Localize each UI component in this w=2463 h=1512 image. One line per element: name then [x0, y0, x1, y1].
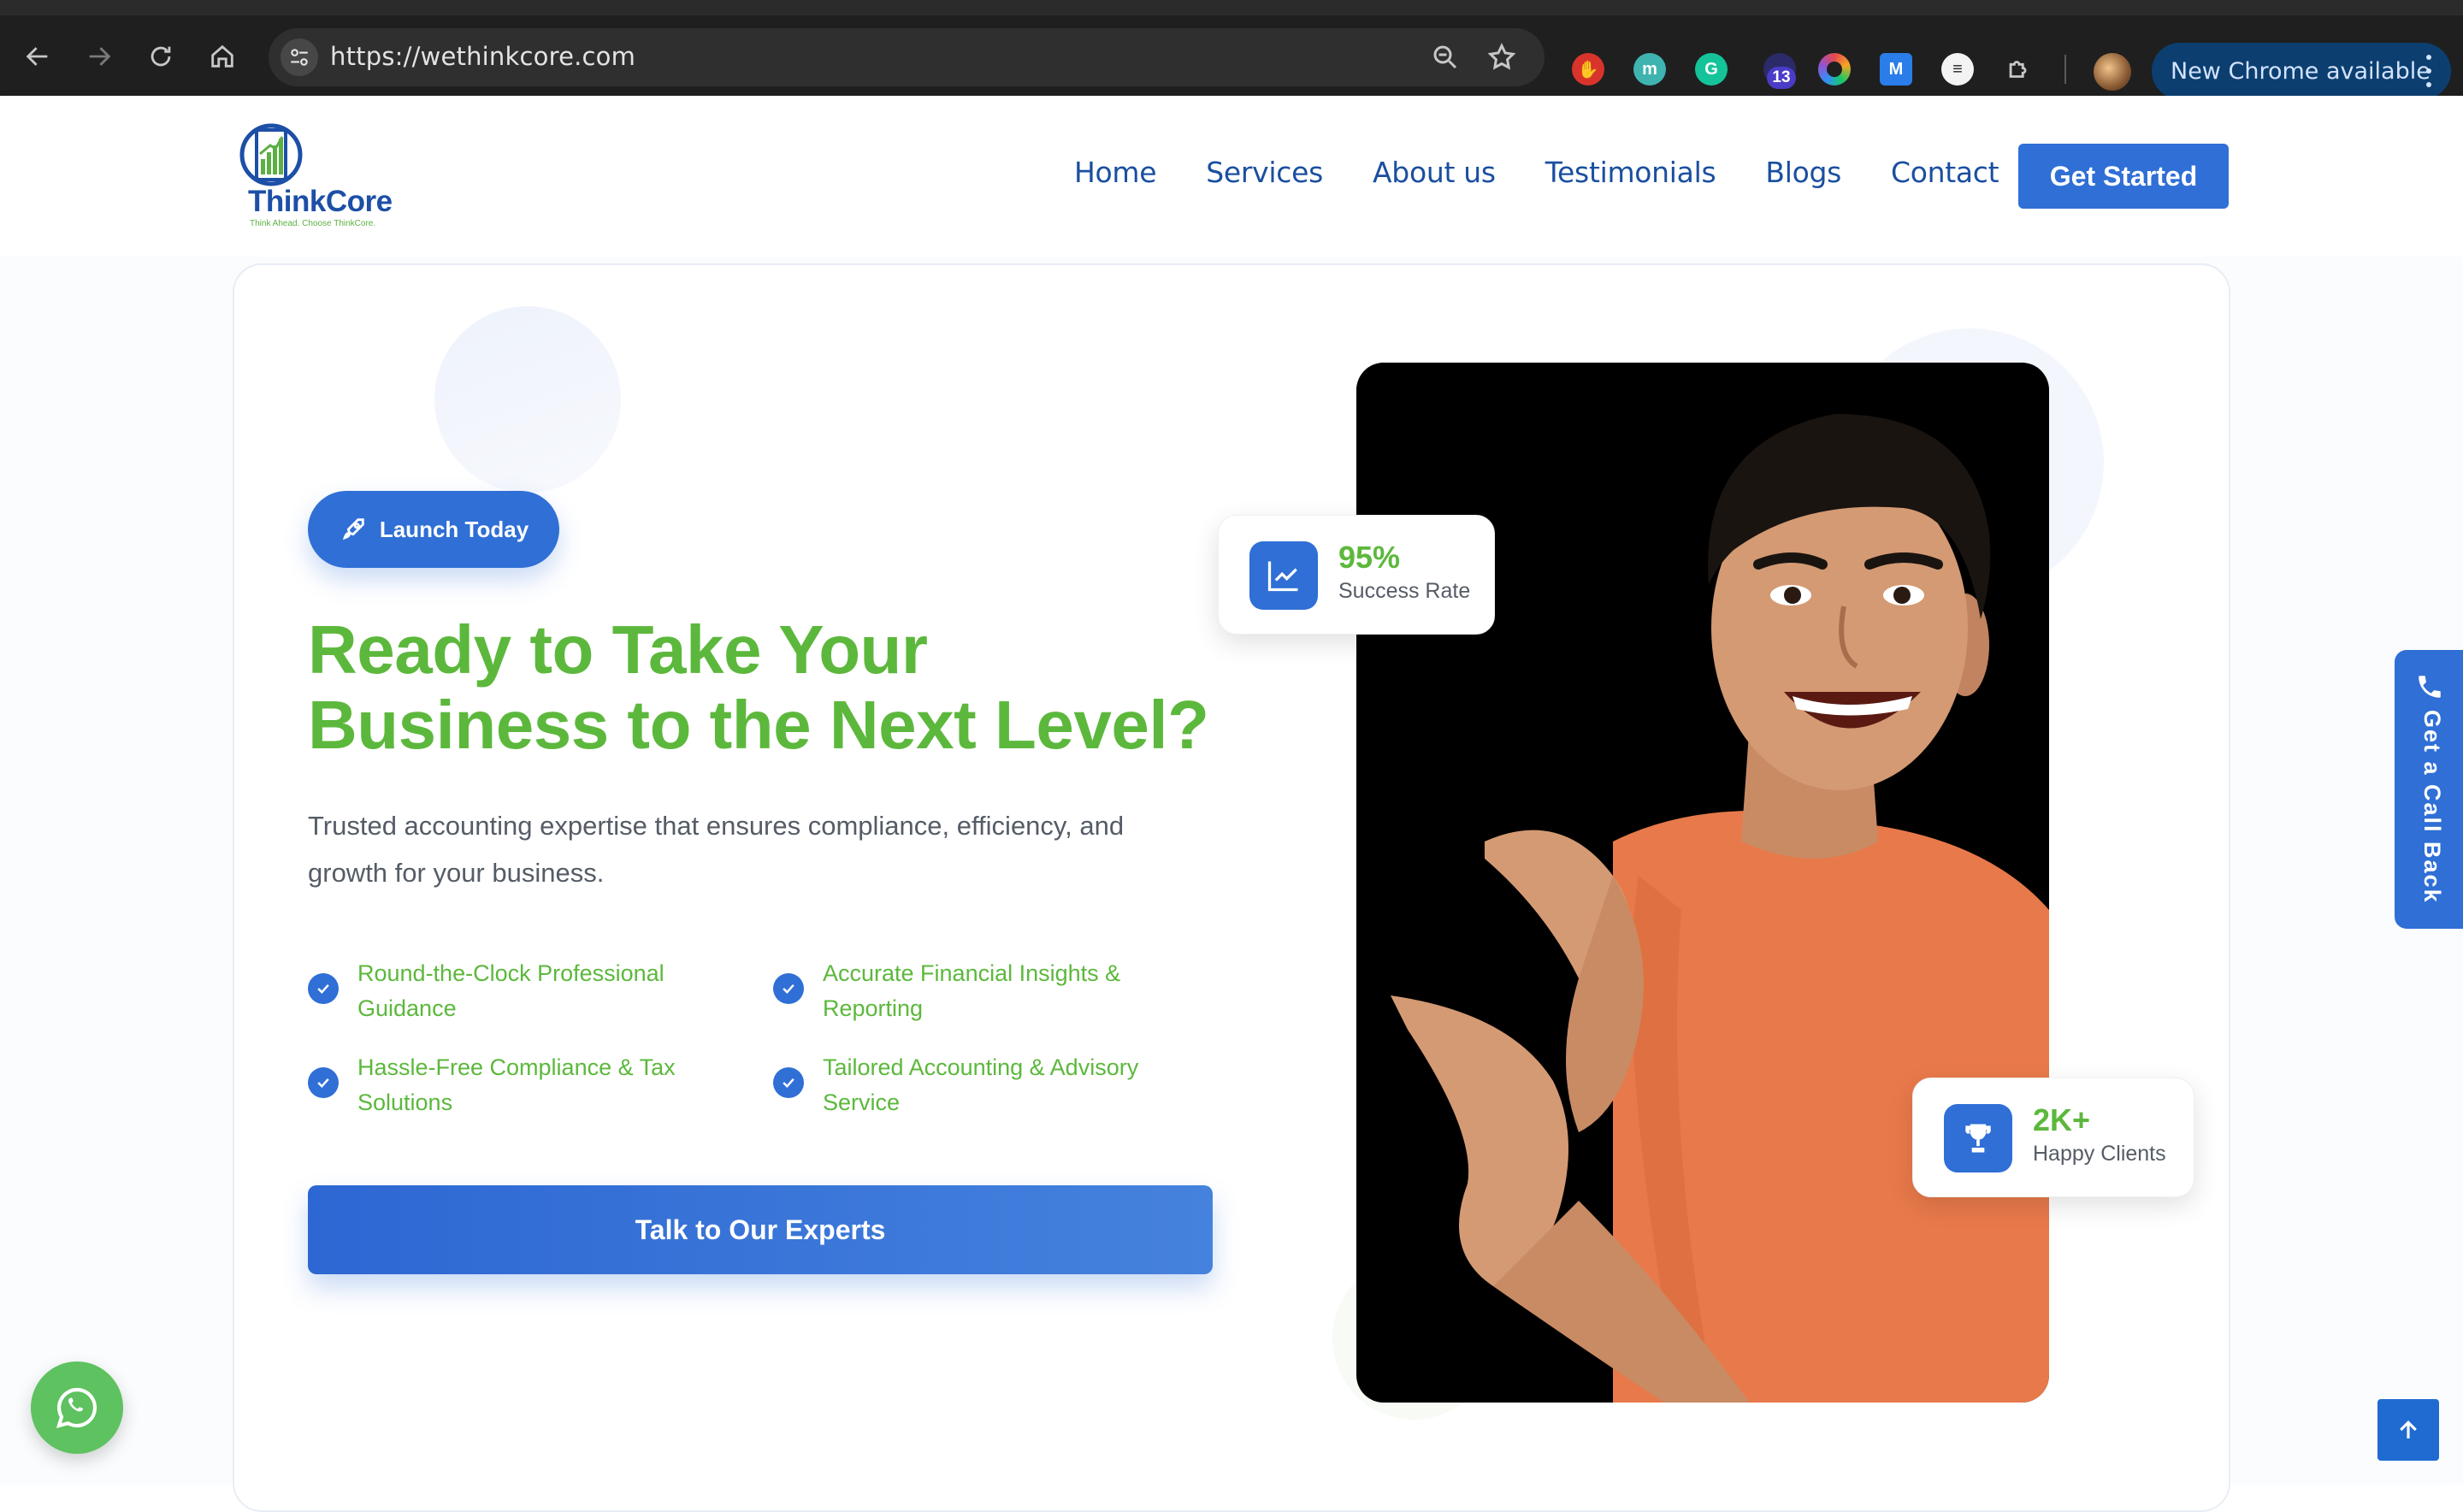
get-started-button[interactable]: Get Started: [2018, 144, 2229, 209]
kebab-menu-icon[interactable]: [2425, 55, 2432, 87]
success-rate-label: Success Rate: [1338, 579, 1471, 603]
site-header: ThinkCore Think Ahead. Choose ThinkCore.…: [0, 96, 2463, 257]
feature-text: Round-the-Clock Professional Guidance: [357, 956, 717, 1026]
feature-item: Accurate Financial Insights & Reporting: [773, 956, 1182, 1026]
phone-icon: [2419, 676, 2441, 698]
nav-blogs[interactable]: Blogs: [1765, 156, 1841, 189]
feature-text-line-2: Solutions: [357, 1090, 453, 1115]
feature-text-line-2: Service: [823, 1090, 901, 1115]
feature-text: Hassle-Free Compliance & Tax Solutions: [357, 1050, 717, 1120]
feature-text-line-2: Reporting: [823, 995, 924, 1021]
hero-subtitle-line-2: growth for your business.: [308, 858, 605, 888]
logo-name: ThinkCore: [248, 185, 393, 218]
success-rate-card: 95% Success Rate: [1218, 515, 1495, 635]
trend-chart-icon: [1249, 541, 1318, 610]
logo-mark-icon: [239, 123, 303, 186]
check-circle-icon: [773, 1067, 804, 1098]
whatsapp-button[interactable]: [31, 1361, 123, 1454]
color-picker-icon[interactable]: [1818, 53, 1851, 86]
nav-home[interactable]: Home: [1074, 156, 1157, 189]
feature-text-line-1: Tailored Accounting & Advisory: [823, 1054, 1139, 1080]
feature-text-line-1: Hassle-Free Compliance & Tax: [357, 1054, 676, 1080]
launch-today-badge[interactable]: Launch Today: [308, 491, 559, 568]
url-text[interactable]: https://wethinkcore.com: [330, 42, 635, 71]
feature-item: Round-the-Clock Professional Guidance: [308, 956, 717, 1026]
call-back-label: Get a Call Back: [2419, 710, 2445, 904]
mail-extension-icon[interactable]: M: [1880, 53, 1912, 86]
check-circle-icon: [308, 1067, 339, 1098]
check-circle-icon: [308, 973, 339, 1004]
nav-contact[interactable]: Contact: [1891, 156, 1999, 189]
feature-item: Tailored Accounting & Advisory Service: [773, 1050, 1182, 1120]
scroll-to-top-button[interactable]: [2377, 1399, 2439, 1461]
extension-badge-count: 13: [1767, 67, 1796, 89]
trophy-icon: [1944, 1104, 2012, 1172]
nav-services[interactable]: Services: [1206, 156, 1323, 189]
grammarly-icon[interactable]: G: [1695, 53, 1728, 86]
toolbar-separator: [2064, 55, 2066, 84]
reload-icon[interactable]: [142, 38, 180, 75]
address-bar[interactable]: https://wethinkcore.com: [269, 28, 1545, 86]
whatsapp-icon: [56, 1387, 97, 1428]
hero-title-line-2: Business to the Next Level?: [308, 687, 1209, 763]
feature-text: Tailored Accounting & Advisory Service: [823, 1050, 1182, 1120]
nav-about-us[interactable]: About us: [1373, 156, 1496, 189]
hero-title-line-1: Ready to Take Your: [308, 611, 928, 688]
happy-clients-card: 2K+ Happy Clients: [1912, 1078, 2194, 1197]
decorative-circle: [434, 306, 621, 493]
bookmark-star-icon[interactable]: [1486, 42, 1517, 73]
feature-text-line-1: Round-the-Clock Professional: [357, 960, 664, 986]
talk-to-experts-button[interactable]: Talk to Our Experts: [308, 1185, 1213, 1274]
thinkcore-logo[interactable]: ThinkCore Think Ahead. Choose ThinkCore.: [238, 123, 409, 229]
logo-tagline: Think Ahead. Choose ThinkCore.: [250, 219, 376, 228]
forward-icon[interactable]: [80, 38, 118, 75]
hero-subtitle-line-1: Trusted accounting expertise that ensure…: [308, 811, 1125, 841]
m-extension-icon[interactable]: m: [1633, 53, 1666, 86]
profile-avatar[interactable]: [2094, 53, 2131, 91]
happy-clients-label: Happy Clients: [2033, 1142, 2166, 1166]
chrome-update-button[interactable]: New Chrome available: [2152, 43, 2451, 99]
happy-clients-value: 2K+: [2033, 1102, 2091, 1137]
check-circle-icon: [773, 973, 804, 1004]
back-icon[interactable]: [19, 38, 56, 75]
feature-text-line-1: Accurate Financial Insights &: [823, 960, 1121, 986]
arrow-up-icon: [2400, 1420, 2417, 1438]
list-extension-icon[interactable]: ≡: [1941, 53, 1974, 86]
browser-toolbar: https://wethinkcore.com ✋ m G 13 M ≡ New…: [0, 0, 2463, 99]
main-nav: Home Services About us Testimonials Blog…: [1074, 156, 2048, 189]
adblock-icon[interactable]: ✋: [1572, 53, 1604, 86]
success-rate-value: 95%: [1338, 540, 1401, 575]
update-label: New Chrome available: [2171, 57, 2431, 85]
zoom-icon[interactable]: [1430, 42, 1461, 73]
call-back-tab[interactable]: Get a Call Back: [2395, 650, 2463, 929]
home-icon[interactable]: [204, 38, 241, 75]
nav-testimonials[interactable]: Testimonials: [1545, 156, 1716, 189]
feature-text-line-2: Guidance: [357, 995, 457, 1021]
puzzle-icon[interactable]: [2003, 53, 2035, 86]
site-settings-icon[interactable]: [281, 38, 318, 76]
feature-text: Accurate Financial Insights & Reporting: [823, 956, 1182, 1026]
feature-item: Hassle-Free Compliance & Tax Solutions: [308, 1050, 717, 1120]
rocket-icon: [342, 518, 364, 540]
hero-subtitle: Trusted accounting expertise that ensure…: [308, 802, 1214, 896]
hero-title: Ready to Take Your Business to the Next …: [308, 612, 1249, 763]
tab-strip: [0, 0, 2463, 15]
launch-today-label: Launch Today: [379, 516, 529, 542]
